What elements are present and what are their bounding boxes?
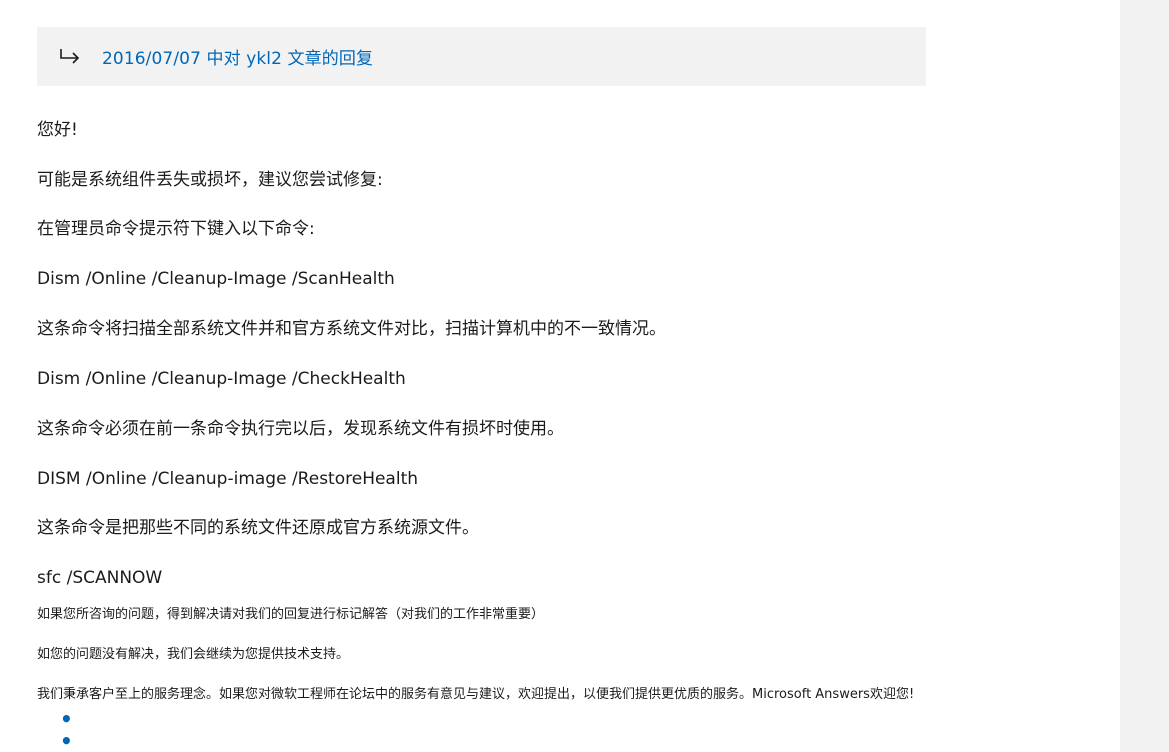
- command-checkhealth: Dism /Online /Cleanup-Image /CheckHealth: [37, 369, 406, 389]
- cause-text: 可能是系统组件丢失或损坏，建议您尝试修复:: [37, 170, 383, 190]
- reply-to-post-link[interactable]: 2016/07/07 中对 ykl2 文章的回复: [102, 44, 373, 69]
- instruction-text: 在管理员命令提示符下键入以下命令:: [37, 219, 315, 239]
- command-scanhealth: Dism /Online /Cleanup-Image /ScanHealth: [37, 269, 395, 289]
- scanhealth-description: 这条命令将扫描全部系统文件并和官方系统文件对比，扫描计算机中的不一致情况。: [37, 319, 666, 339]
- greeting-text: 您好!: [37, 120, 78, 140]
- checkhealth-description: 这条命令必须在前一条命令执行完以后，发现系统文件有损坏时使用。: [37, 419, 564, 439]
- reply-banner: 2016/07/07 中对 ykl2 文章的回复: [37, 27, 926, 86]
- command-restorehealth: DISM /Online /Cleanup-image /RestoreHeal…: [37, 469, 419, 489]
- footer-mark-answer-text: 如果您所咨询的问题，得到解决请对我们的回复进行标记解答（对我们的工作非常重要）: [37, 607, 545, 622]
- restorehealth-description: 这条命令是把那些不同的系统文件还原成官方系统源文件。: [37, 518, 479, 538]
- page: 2016/07/07 中对 ykl2 文章的回复 您好! 可能是系统组件丢失或损…: [0, 0, 1169, 752]
- footer-service-text: 我们秉承客户至上的服务理念。如果您对微软工程师在论坛中的服务有意见与建议，欢迎提…: [37, 687, 915, 702]
- reply-arrow-icon: [60, 48, 80, 64]
- footer-support-text: 如您的问题没有解决，我们会继续为您提供技术支持。: [37, 647, 350, 662]
- command-sfc: sfc /SCANNOW: [37, 568, 163, 588]
- right-sidebar-gutter: [1120, 0, 1169, 752]
- more-dots-icon: • • •: [60, 707, 76, 752]
- more-options-button[interactable]: • • •: [60, 708, 100, 752]
